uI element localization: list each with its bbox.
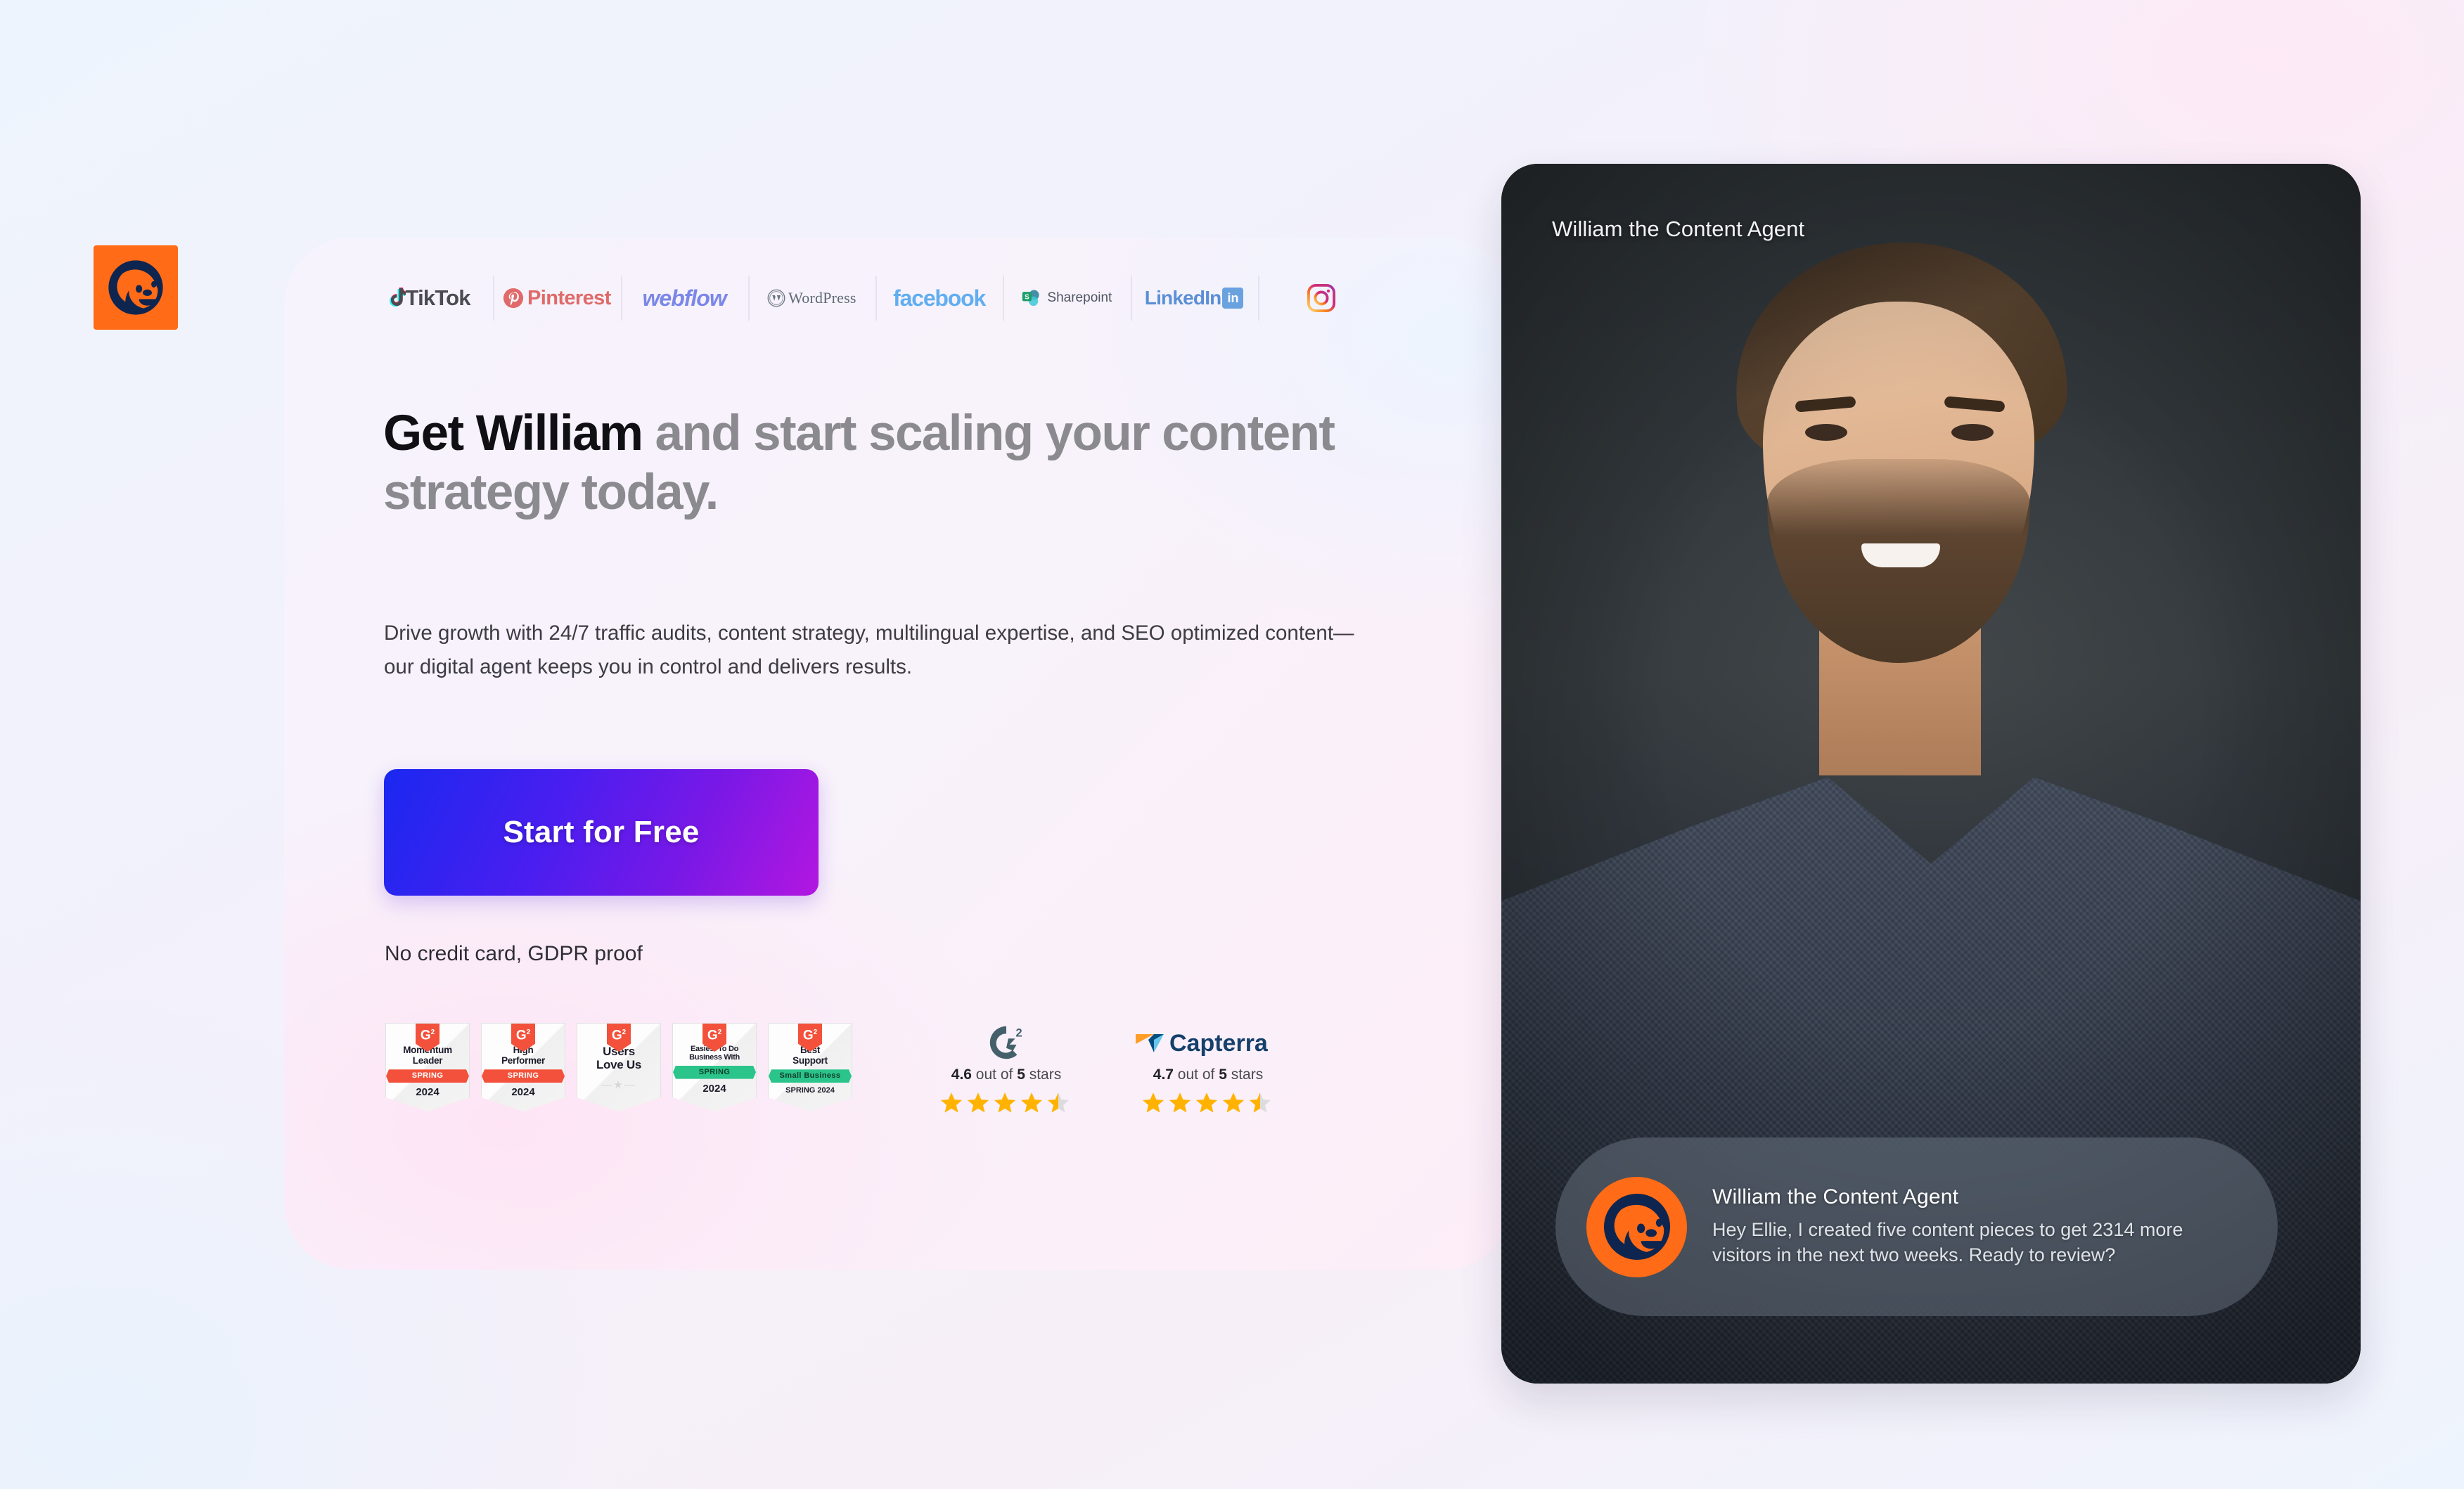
partner-logo-label: WordPress (788, 289, 856, 307)
g2-badges-row: G2 Momentum Leader SPRING 2024 G2 High P… (385, 1023, 852, 1135)
partner-logo-instagram (1257, 263, 1385, 333)
badge-ribbon: SPRING (482, 1069, 565, 1083)
pinterest-logo-icon (503, 288, 524, 309)
partner-logo-pinterest: Pinterest (493, 263, 620, 333)
agent-preview-panel: William the Content Agent William the Co… (1501, 164, 2361, 1384)
svg-text:2: 2 (1016, 1026, 1022, 1039)
partner-logo-label: Pinterest (527, 286, 611, 309)
rating-score: 4.6 (951, 1066, 972, 1083)
tiktok-logo-icon (389, 288, 406, 307)
capterra-logo-icon: Capterra (1131, 1023, 1285, 1062)
g2-badge-users-love-us: G2 Users Love Us —★— (577, 1023, 661, 1111)
badge-ribbon: SPRING (673, 1066, 756, 1079)
rating-text: 4.7 out of 5 stars (1131, 1066, 1285, 1083)
cta-disclaimer: No credit card, GDPR proof (385, 942, 643, 965)
badge-year: 2024 (511, 1086, 535, 1099)
chat-text-block: William the Content Agent Hey Ellie, I c… (1712, 1185, 2247, 1268)
instagram-logo-icon (1307, 283, 1336, 313)
rating-max: 5 (1219, 1066, 1227, 1083)
agent-chat-bubble[interactable]: William the Content Agent Hey Ellie, I c… (1555, 1137, 2278, 1316)
linkedin-in-icon: in (1222, 288, 1244, 309)
rating-g2[interactable]: 2 4.6 out of 5 stars (939, 1023, 1073, 1113)
sloth-mascot-icon (108, 260, 163, 315)
partner-logo-label: TikTok (405, 285, 471, 310)
g2-logo-icon: 2 (939, 1023, 1073, 1062)
badge-title-line2: Business With (689, 1053, 740, 1062)
partner-logo-label: Sharepoint (1047, 290, 1112, 305)
rating-max: 5 (1017, 1066, 1025, 1083)
chat-sender-name: William the Content Agent (1712, 1185, 1959, 1209)
rating-end: stars (1025, 1066, 1062, 1083)
partner-logo-webflow: webflow (620, 263, 748, 333)
partner-logo-label: LinkedIn (1144, 287, 1222, 309)
rating-mid: out of (1173, 1066, 1219, 1083)
badge-title-line2: Support (793, 1055, 828, 1066)
partner-logo-wordpress: WordPress (747, 263, 875, 333)
badge-year: 2024 (702, 1082, 726, 1095)
svg-text:S: S (1025, 293, 1030, 301)
page-title: Get William and start scaling your conte… (383, 404, 1403, 523)
rating-end: stars (1226, 1066, 1264, 1083)
rating-stars (1131, 1088, 1285, 1113)
badge-year: 2024 (416, 1086, 439, 1099)
badge-title-line2: Leader (412, 1055, 443, 1066)
brand-logo[interactable] (94, 245, 178, 330)
badge-title-line2: Love Us (596, 1058, 642, 1072)
rating-stars (939, 1088, 1073, 1113)
wordpress-logo-icon (767, 289, 785, 307)
partner-logo-linkedin: LinkedIn in (1130, 263, 1258, 333)
hero-subheadline: Drive growth with 24/7 traffic audits, c… (384, 621, 1354, 678)
partner-logo-tiktok: TikTok (366, 263, 493, 333)
chat-message: Hey Ellie, I created five content pieces… (1712, 1219, 2183, 1265)
badge-year: SPRING 2024 (785, 1086, 835, 1095)
rating-capterra[interactable]: Capterra 4.7 out of 5 stars (1131, 1023, 1285, 1113)
partner-logo-strip: TikTok Pinterest webflow WordPress faceb… (366, 263, 1385, 333)
g2-badge-best-support: G2 Best Support Small Business SPRING 20… (768, 1023, 852, 1111)
badge-ribbon: SPRING (386, 1069, 469, 1083)
start-for-free-button[interactable]: Start for Free (384, 769, 819, 896)
rating-score: 4.7 (1153, 1066, 1174, 1083)
agent-caption: William the Content Agent (1552, 217, 1805, 241)
g2-badge-momentum-leader: G2 Momentum Leader SPRING 2024 (385, 1023, 470, 1111)
sharepoint-logo-icon: S (1022, 290, 1040, 307)
badge-ribbon: Small Business (769, 1069, 852, 1083)
rating-mid: out of (971, 1066, 1018, 1083)
g2-badge-high-performer: G2 High Performer SPRING 2024 (481, 1023, 565, 1111)
svg-text:Capterra: Capterra (1169, 1030, 1269, 1057)
badge-star-icon: —★— (601, 1079, 636, 1092)
partner-logo-sharepoint: S Sharepoint (1003, 263, 1130, 333)
g2-badge-easiest-to-do-business-with: G2 Easiest To Do Business With SPRING 20… (672, 1023, 757, 1111)
partner-logo-label: webflow (642, 285, 727, 311)
headline-strong: Get William (383, 406, 643, 461)
sloth-mascot-icon (1603, 1193, 1670, 1261)
badge-title-line2: Performer (501, 1055, 545, 1066)
partner-logo-facebook: facebook (875, 263, 1003, 333)
avatar (1586, 1176, 1687, 1277)
partner-logo-label: facebook (893, 285, 986, 311)
rating-text: 4.6 out of 5 stars (939, 1066, 1073, 1083)
